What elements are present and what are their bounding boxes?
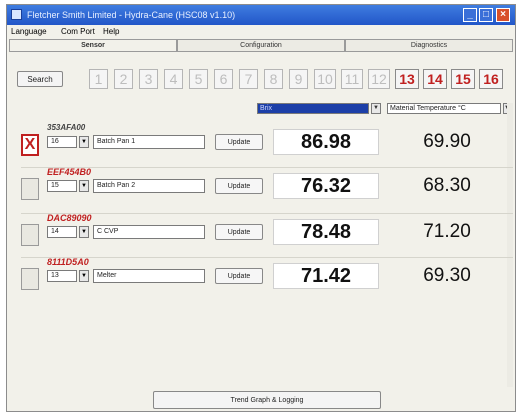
sensor-row: 8111D5A0 13 ▼ Melter Update 71.42 69.30 — [7, 257, 515, 301]
update-button[interactable]: Update — [215, 268, 263, 284]
sensor-name-field[interactable]: Batch Pan 1 — [93, 135, 205, 149]
tab-strip: Sensor Configuration Diagnostics — [9, 39, 513, 52]
menu-com-port[interactable]: Com Port — [61, 25, 95, 39]
channel-select[interactable]: 16 — [47, 136, 77, 148]
temperature-value: 69.30 — [423, 265, 471, 286]
sensor-name-field[interactable]: Melter — [93, 269, 205, 283]
channel-button-6[interactable]: 6 — [214, 69, 233, 89]
channel-button-8[interactable]: 8 — [264, 69, 283, 89]
window-title: Fletcher Smith Limited - Hydra-Cane (HSC… — [27, 10, 236, 20]
tab-diagnostics[interactable]: Diagnostics — [345, 39, 513, 51]
channel-button-4[interactable]: 4 — [164, 69, 183, 89]
sensor-id: 353AFA00 — [47, 123, 86, 132]
search-button[interactable]: Search — [17, 71, 63, 87]
trend-graph-logging-button[interactable]: Trend Graph & Logging — [153, 391, 381, 409]
temperature-value: 71.20 — [423, 221, 471, 242]
channel-button-3[interactable]: 3 — [139, 69, 158, 89]
brix-value: 76.32 — [273, 173, 379, 199]
channel-button-16[interactable]: 16 — [479, 69, 503, 89]
sensor-row: DAC89090 14 ▼ C CVP Update 78.48 71.20 — [7, 213, 515, 257]
chevron-down-icon[interactable]: ▼ — [79, 226, 89, 238]
close-icon[interactable]: × — [496, 8, 510, 22]
channel-select[interactable]: 13 — [47, 270, 77, 282]
value-type-select[interactable]: Brix — [257, 103, 369, 114]
update-button[interactable]: Update — [215, 134, 263, 150]
remove-sensor-button[interactable]: X — [21, 134, 39, 156]
channel-button-15[interactable]: 15 — [451, 69, 475, 89]
tab-panel-border — [9, 51, 513, 52]
sensor-name-field[interactable]: Batch Pan 2 — [93, 179, 205, 193]
row-divider — [21, 167, 513, 168]
title-bar[interactable]: Fletcher Smith Limited - Hydra-Cane (HSC… — [7, 5, 515, 25]
menu-language[interactable]: Language — [11, 25, 47, 39]
update-button[interactable]: Update — [215, 178, 263, 194]
chevron-down-icon[interactable]: ▼ — [79, 270, 89, 282]
channel-button-10[interactable]: 10 — [314, 69, 336, 89]
app-icon — [11, 9, 22, 20]
brix-value: 86.98 — [273, 129, 379, 155]
menu-help[interactable]: Help — [103, 25, 119, 39]
brix-value: 78.48 — [273, 219, 379, 245]
channel-button-13[interactable]: 13 — [395, 69, 419, 89]
sensor-id: 8111D5A0 — [47, 257, 89, 267]
channel-button-12[interactable]: 12 — [368, 69, 390, 89]
chevron-down-icon[interactable]: ▼ — [371, 103, 381, 114]
maximize-icon[interactable]: □ — [479, 8, 493, 22]
sensor-slot-button[interactable] — [21, 268, 39, 290]
channel-button-7[interactable]: 7 — [239, 69, 258, 89]
channel-button-9[interactable]: 9 — [289, 69, 308, 89]
minimize-icon[interactable]: _ — [463, 8, 477, 22]
row-divider — [21, 257, 513, 258]
tab-configuration[interactable]: Configuration — [177, 39, 345, 51]
sensor-row: X 353AFA00 16 ▼ Batch Pan 1 Update 86.98… — [7, 123, 515, 167]
brix-value: 71.42 — [273, 263, 379, 289]
chevron-down-icon[interactable]: ▼ — [79, 136, 89, 148]
menu-bar: Language Com Port Help — [7, 25, 515, 39]
temperature-select[interactable]: Material Temperature °C — [387, 103, 501, 114]
sensor-id: DAC89090 — [47, 213, 92, 223]
sensor-id: EEF454B0 — [47, 167, 92, 177]
channel-button-11[interactable]: 11 — [341, 69, 363, 89]
channel-select[interactable]: 15 — [47, 180, 77, 192]
sensor-row: EEF454B0 15 ▼ Batch Pan 2 Update 76.32 6… — [7, 167, 515, 211]
update-button[interactable]: Update — [215, 224, 263, 240]
channel-button-1[interactable]: 1 — [89, 69, 108, 89]
application-window: Fletcher Smith Limited - Hydra-Cane (HSC… — [6, 4, 516, 412]
channel-button-2[interactable]: 2 — [114, 69, 133, 89]
row-divider — [21, 213, 513, 214]
temperature-value: 69.90 — [423, 131, 471, 152]
channel-select[interactable]: 14 — [47, 226, 77, 238]
sensor-slot-button[interactable] — [21, 178, 39, 200]
channel-button-5[interactable]: 5 — [189, 69, 208, 89]
temperature-value: 68.30 — [423, 175, 471, 196]
sensor-name-field[interactable]: C CVP — [93, 225, 205, 239]
chevron-down-icon[interactable]: ▼ — [79, 180, 89, 192]
sensor-slot-button[interactable] — [21, 224, 39, 246]
channel-button-14[interactable]: 14 — [423, 69, 447, 89]
